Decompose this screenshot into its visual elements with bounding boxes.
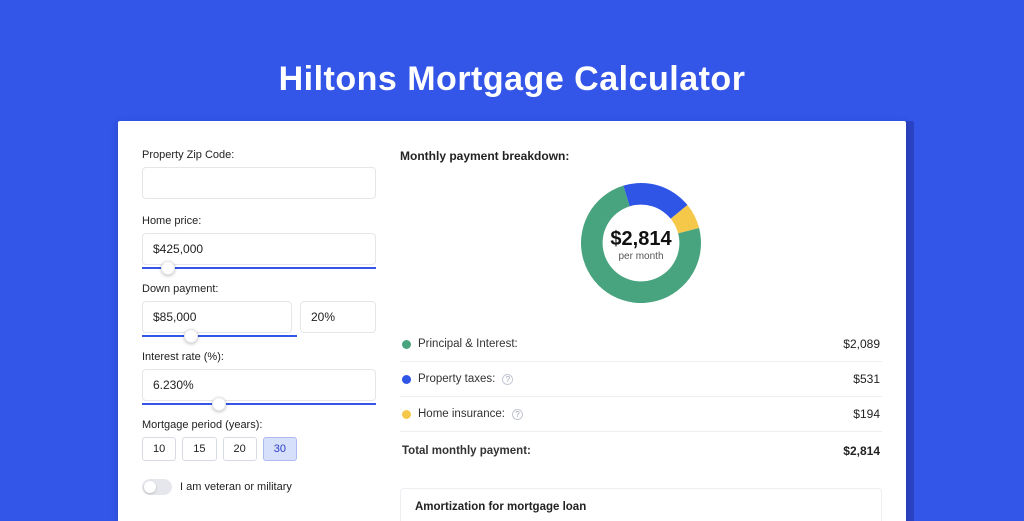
veteran-label: I am veteran or military (180, 481, 292, 493)
legend-row-taxes: Property taxes: ? $531 (400, 362, 882, 397)
help-icon[interactable]: ? (512, 409, 523, 420)
legend-value-total: $2,814 (843, 444, 880, 458)
legend-label-insurance: Home insurance: (418, 408, 505, 420)
inputs-panel: Property Zip Code: Home price: Down paym… (142, 149, 394, 521)
term-option-15[interactable]: 15 (182, 437, 216, 461)
down-payment-slider[interactable] (142, 335, 297, 337)
legend-label-total: Total monthly payment: (402, 445, 531, 457)
amortization-box: Amortization for mortgage loan Amortizat… (400, 488, 882, 521)
zip-input[interactable] (142, 167, 376, 199)
legend-dot-insurance (402, 410, 411, 419)
legend-row-insurance: Home insurance: ? $194 (400, 397, 882, 432)
legend-label-principal: Principal & Interest: (418, 338, 518, 350)
calculator-card: Property Zip Code: Home price: Down paym… (118, 121, 906, 521)
donut-center-caption: per month (610, 251, 671, 262)
down-payment-slider-thumb[interactable] (184, 329, 198, 343)
term-option-10[interactable]: 10 (142, 437, 176, 461)
legend-value-insurance: $194 (853, 407, 880, 421)
mortgage-period-group: 10 15 20 30 (142, 437, 376, 461)
amortization-title: Amortization for mortgage loan (415, 501, 867, 513)
term-option-30[interactable]: 30 (263, 437, 297, 461)
results-panel: Monthly payment breakdown: $2,814 per mo… (394, 149, 882, 521)
home-price-label: Home price: (142, 215, 376, 227)
interest-rate-label: Interest rate (%): (142, 351, 376, 363)
legend-value-taxes: $531 (853, 372, 880, 386)
legend-row-total: Total monthly payment: $2,814 (400, 432, 882, 468)
donut-chart: $2,814 per month (400, 163, 882, 327)
page-title: Hiltons Mortgage Calculator (0, 0, 1024, 121)
home-price-slider-thumb[interactable] (161, 261, 175, 275)
donut-center: $2,814 per month (610, 228, 671, 262)
interest-rate-input[interactable] (142, 369, 376, 401)
legend-label-taxes: Property taxes: (418, 373, 495, 385)
term-option-20[interactable]: 20 (223, 437, 257, 461)
down-payment-amount-input[interactable] (142, 301, 292, 333)
zip-label: Property Zip Code: (142, 149, 376, 161)
legend-dot-taxes (402, 375, 411, 384)
home-price-input[interactable] (142, 233, 376, 265)
interest-rate-slider-thumb[interactable] (212, 397, 226, 411)
down-payment-label: Down payment: (142, 283, 376, 295)
breakdown-title: Monthly payment breakdown: (400, 149, 882, 163)
veteran-toggle[interactable] (142, 479, 172, 495)
home-price-slider[interactable] (142, 267, 376, 269)
down-payment-percent-input[interactable] (300, 301, 376, 333)
legend-row-principal: Principal & Interest: $2,089 (400, 327, 882, 362)
interest-rate-slider[interactable] (142, 403, 376, 405)
legend-dot-principal (402, 340, 411, 349)
help-icon[interactable]: ? (502, 374, 513, 385)
mortgage-period-label: Mortgage period (years): (142, 419, 376, 431)
donut-center-amount: $2,814 (610, 228, 671, 251)
legend-value-principal: $2,089 (843, 337, 880, 351)
